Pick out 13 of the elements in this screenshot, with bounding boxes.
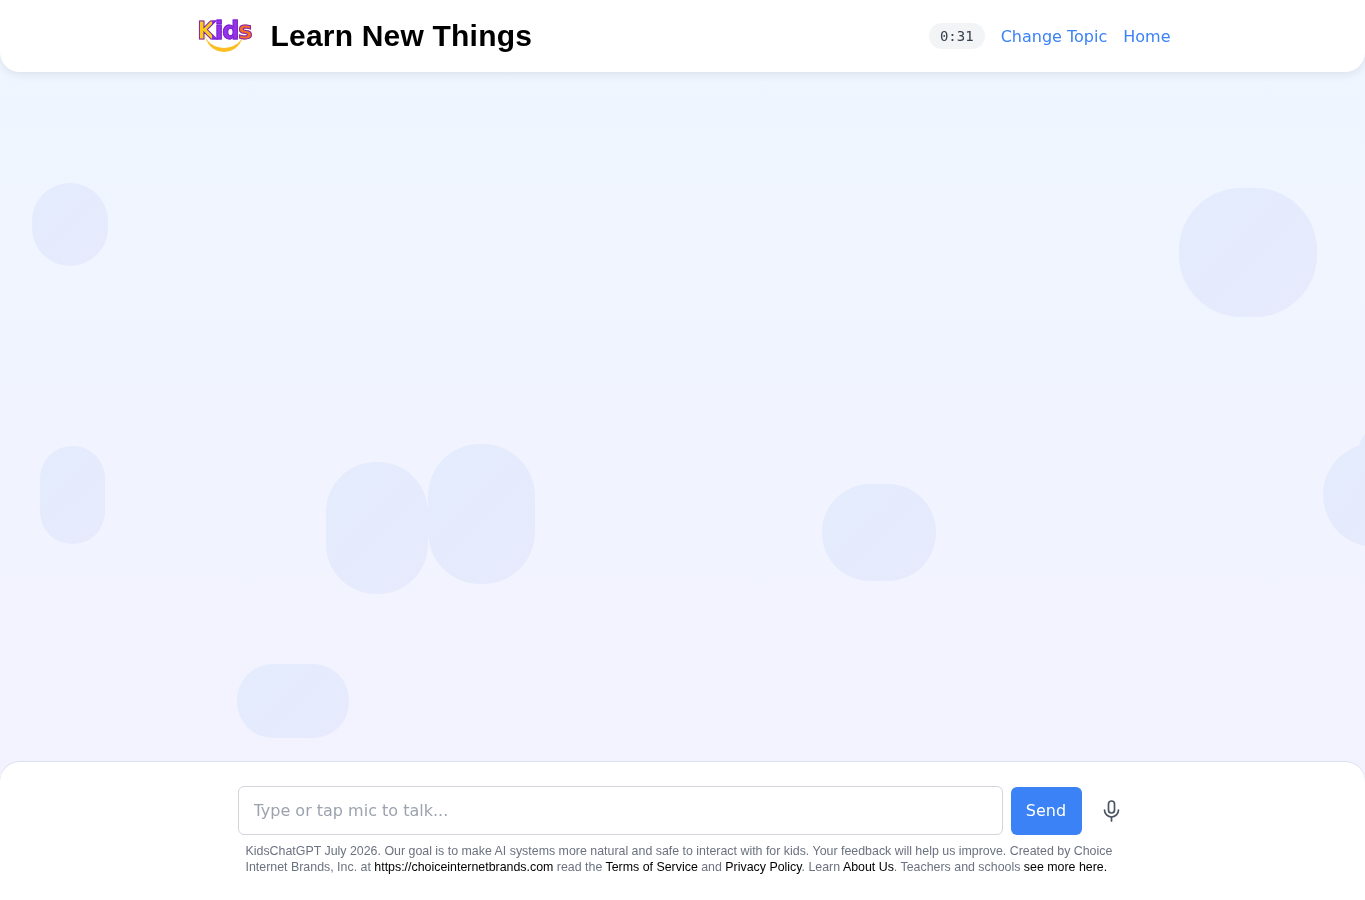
nav-link[interactable]: Home [1123, 26, 1171, 46]
message-input[interactable]: Type or tap mic to talk... [237, 786, 1003, 835]
nav-link[interactable]: Change Topic [1000, 26, 1108, 46]
send-button[interactable]: Send [1010, 786, 1082, 835]
footer-link[interactable]: About Us [842, 860, 894, 874]
footer-link[interactable]: see more here. [1023, 860, 1108, 874]
page-title: Learn New Things [270, 19, 533, 53]
disclaimer-text: KidsChatGPT July 2026. Our goal is to make AI systems more natural and safe to interact with for kids. Your feedback will help us improve. Created by Choice Internet Brands, Inc. at https://choiceinternetbrands.com read the Terms of Service and Privacy Policy. Learn About Us. Teachers and schools see more here. [245, 843, 1114, 875]
footer-link[interactable]: Terms of Service [605, 860, 698, 874]
timer-badge: 0:31 [928, 23, 985, 49]
footer-link[interactable]: https://choiceinternetbrands.com [374, 860, 554, 874]
microphone-icon[interactable] [1102, 799, 1120, 822]
footer-link[interactable]: Privacy Policy [725, 860, 802, 874]
